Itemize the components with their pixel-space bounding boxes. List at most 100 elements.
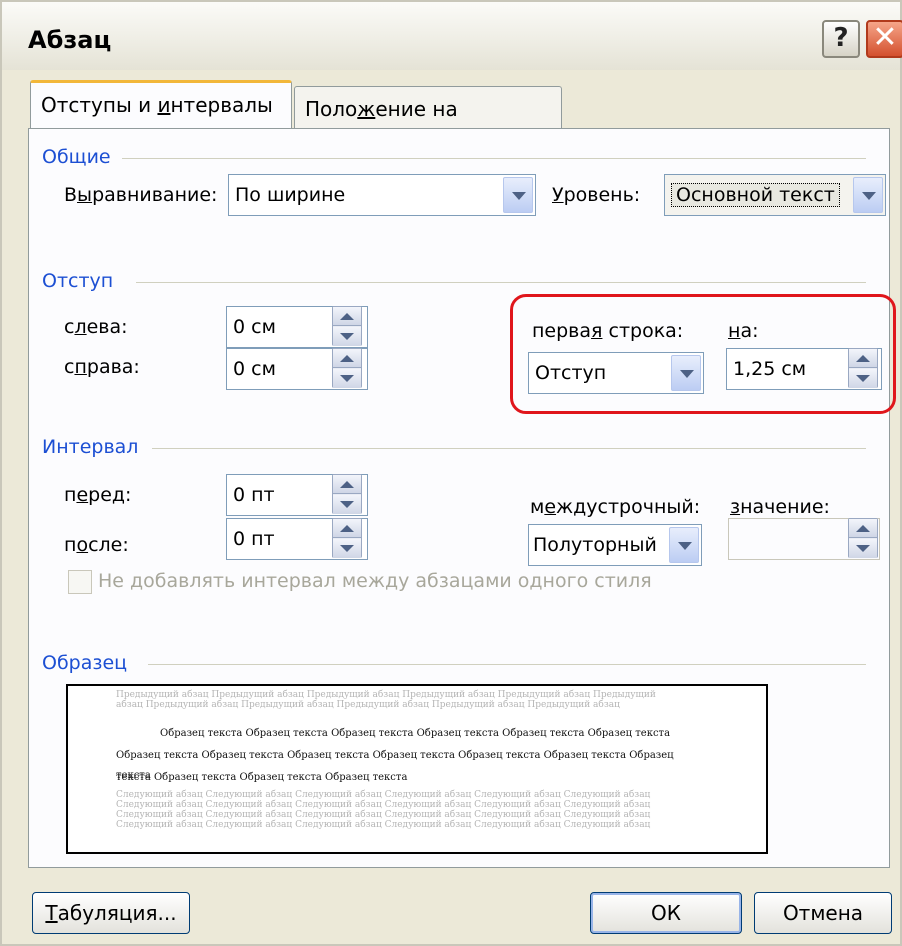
- spin-down-icon[interactable]: [849, 539, 877, 558]
- spin-down-icon[interactable]: [333, 369, 361, 388]
- indent-left-label-ul: л: [74, 316, 87, 338]
- by-value: 1,25 см: [733, 358, 807, 380]
- by-label-post: а:: [740, 320, 759, 342]
- indent-right-value: 0 см: [233, 358, 276, 380]
- after-spinner[interactable]: [332, 518, 362, 558]
- alignment-value: По ширине: [235, 184, 346, 206]
- spacing-value-spinner[interactable]: [848, 518, 878, 558]
- indent-group-line: [136, 282, 866, 283]
- spin-down-icon[interactable]: [333, 539, 361, 558]
- alignment-label: Выравнивание:: [64, 184, 217, 206]
- tabs-button-label-post: абуляция...: [57, 901, 177, 925]
- spin-up-icon[interactable]: [849, 349, 877, 368]
- tab-indents-label-pre: Отступы и: [41, 93, 158, 117]
- tabs-button[interactable]: Табуляция...: [32, 892, 190, 934]
- indent-left-value: 0 см: [233, 316, 276, 338]
- line-spacing-label-post: ждустрочный:: [556, 496, 701, 518]
- line-spacing-label-pre: м: [530, 496, 545, 518]
- general-group-label: Общие: [42, 146, 121, 168]
- alignment-select[interactable]: По ширине: [228, 174, 536, 216]
- line-spacing-value: Полуторный: [533, 534, 657, 556]
- after-value: 0 пт: [233, 528, 275, 550]
- after-label-post: сле:: [88, 534, 129, 556]
- indent-left-label: слева:: [64, 316, 128, 338]
- first-line-select[interactable]: Отступ: [528, 352, 704, 394]
- spacing-group-label: Интервал: [42, 436, 149, 458]
- after-label-pre: п: [64, 534, 77, 556]
- alignment-label-post: равнивание:: [92, 184, 218, 206]
- indent-right-label-ul: п: [74, 356, 87, 378]
- chevron-down-icon[interactable]: [853, 177, 883, 213]
- tab-page-position[interactable]: Положение на странице: [294, 86, 562, 165]
- first-line-label: первая строка:: [532, 320, 683, 342]
- dont-add-spacing-checkbox[interactable]: [68, 570, 92, 594]
- line-spacing-label-ul: е: [544, 496, 557, 518]
- before-label-ul: е: [76, 484, 89, 506]
- window-title: Абзац: [28, 26, 112, 54]
- first-line-value: Отступ: [535, 362, 607, 384]
- spin-up-icon[interactable]: [333, 307, 361, 326]
- title-bar[interactable]: Абзац ? ✕: [2, 2, 902, 70]
- by-spinner[interactable]: [848, 348, 878, 388]
- indent-right-spinner[interactable]: [332, 348, 362, 388]
- sample-previous-paragraph: Предыдущий абзац Предыдущий абзац Предыд…: [116, 690, 656, 710]
- indent-left-label-post: ева:: [86, 316, 128, 338]
- indent-right-label-post: рава:: [86, 356, 140, 378]
- paragraph-dialog: Абзац ? ✕ Отступы и интервалы Положение …: [0, 0, 902, 946]
- sample-group-line: [148, 664, 866, 665]
- spin-down-icon[interactable]: [333, 327, 361, 346]
- before-label: перед:: [64, 484, 131, 506]
- spacing-value-label: значение:: [730, 496, 830, 518]
- tab-indents-spacing[interactable]: Отступы и интервалы: [30, 80, 292, 130]
- indent-right-label: справа:: [64, 356, 140, 378]
- spin-up-icon[interactable]: [333, 519, 361, 538]
- indent-left-label-pre: с: [64, 316, 75, 338]
- alignment-label-ul: ы: [77, 184, 93, 206]
- by-label: на:: [728, 320, 758, 342]
- spin-down-icon[interactable]: [849, 369, 877, 388]
- first-line-label-ul: я: [591, 320, 603, 342]
- close-button[interactable]: ✕: [866, 20, 902, 58]
- level-label: Уровень:: [552, 184, 640, 206]
- level-select[interactable]: Основной текст: [664, 174, 886, 216]
- spacing-group-line: [152, 448, 866, 449]
- tabs-button-label-ul: Т: [45, 901, 58, 925]
- before-label-post: ред:: [88, 484, 132, 506]
- spin-down-icon[interactable]: [333, 495, 361, 514]
- level-value: Основной текст: [671, 183, 840, 207]
- chevron-down-icon[interactable]: [503, 177, 533, 213]
- line-spacing-select[interactable]: Полуторный: [528, 524, 702, 566]
- first-line-label-post: строка:: [602, 320, 684, 342]
- tab-position-label-ul: ж: [357, 97, 376, 121]
- by-label-ul: н: [728, 320, 741, 342]
- ok-button[interactable]: ОК: [590, 892, 742, 934]
- before-label-pre: п: [64, 484, 77, 506]
- before-spinner[interactable]: [332, 474, 362, 514]
- sample-text-line-3: текста Образец текста Образец текста Обр…: [116, 772, 408, 783]
- help-button[interactable]: ?: [822, 20, 860, 58]
- first-line-label-pre: перва: [532, 320, 592, 342]
- sample-preview: Предыдущий абзац Предыдущий абзац Предыд…: [66, 684, 768, 854]
- level-label-ul: У: [552, 184, 564, 206]
- after-label: после:: [64, 534, 129, 556]
- spin-up-icon[interactable]: [333, 349, 361, 368]
- indent-right-label-pre: с: [64, 356, 75, 378]
- spin-up-icon[interactable]: [333, 475, 361, 494]
- chevron-down-icon[interactable]: [669, 527, 699, 563]
- indent-group-label: Отступ: [42, 270, 124, 292]
- cancel-button[interactable]: Отмена: [754, 892, 892, 934]
- level-label-post: ровень:: [563, 184, 641, 206]
- sample-next-paragraph: Следующий абзац Следующий абзац Следующи…: [116, 790, 651, 830]
- tab-position-label-pre: Поло: [305, 97, 358, 121]
- indent-left-spinner[interactable]: [332, 306, 362, 346]
- spin-up-icon[interactable]: [849, 519, 877, 538]
- tab-indents-label-ul: и: [157, 93, 171, 117]
- general-group-line: [122, 158, 866, 159]
- before-value: 0 пт: [233, 484, 275, 506]
- spacing-value-label-post: начение:: [740, 496, 830, 518]
- dont-add-spacing-label: Не добавлять интервал между абзацами одн…: [98, 570, 652, 592]
- spacing-value-label-ul: з: [730, 496, 741, 518]
- line-spacing-label: междустрочный:: [530, 496, 700, 518]
- alignment-label-pre: В: [64, 184, 78, 206]
- chevron-down-icon[interactable]: [671, 355, 701, 391]
